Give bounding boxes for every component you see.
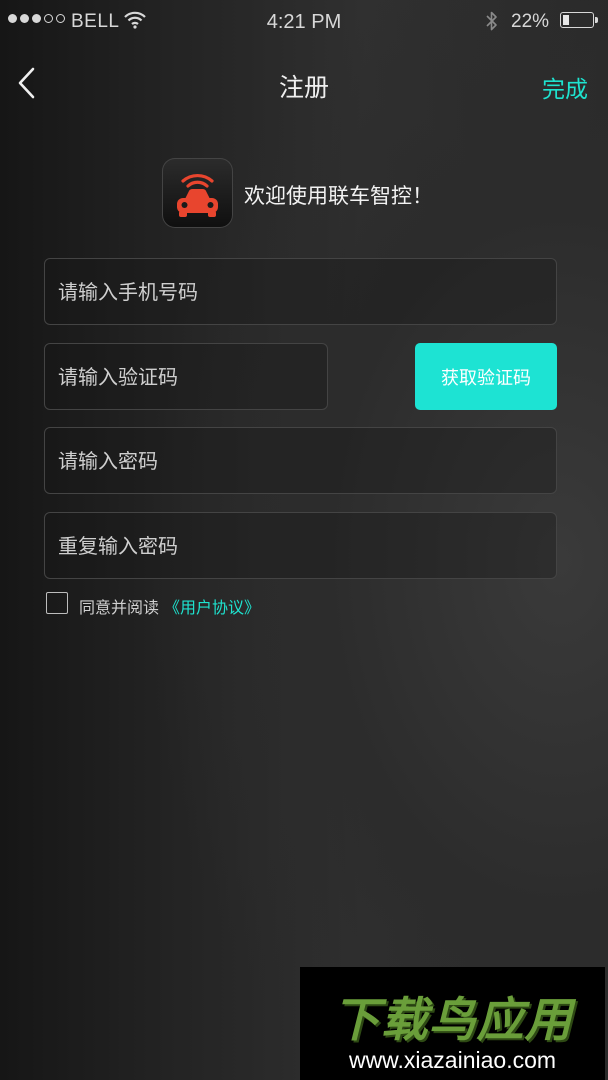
watermark-url: www.xiazainiao.com	[348, 1047, 557, 1073]
watermark-banner: 下载鸟应用 www.xiazainiao.com	[300, 967, 605, 1080]
agreement-text: 同意并阅读	[79, 598, 160, 617]
car-signal-icon	[177, 174, 218, 217]
phone-field-box	[44, 258, 557, 325]
welcome-text: 欢迎使用联车智控！	[244, 184, 433, 208]
password-input[interactable]	[45, 428, 556, 493]
verification-code-input[interactable]	[45, 344, 327, 409]
battery-level	[563, 15, 569, 25]
get-code-button[interactable]: 获取验证码	[415, 343, 557, 410]
status-bar: BELL 4:21 PM 22%	[0, 0, 608, 42]
phone-input[interactable]	[45, 259, 556, 324]
agreement-checkbox[interactable]	[46, 592, 68, 614]
user-agreement-link[interactable]: 《用户协议》	[164, 594, 260, 618]
bluetooth-icon	[485, 10, 499, 38]
password-field-box	[44, 427, 557, 494]
battery-icon	[560, 12, 598, 28]
battery-percent: 22%	[511, 11, 550, 32]
done-button[interactable]: 完成	[542, 70, 588, 104]
confirm-password-input[interactable]	[45, 513, 556, 578]
app-logo	[162, 158, 233, 228]
watermark-title: 下载鸟应用	[332, 993, 573, 1048]
confirm-password-field-box	[44, 512, 557, 579]
code-field-box	[44, 343, 328, 410]
page-title: 注册	[278, 73, 329, 102]
